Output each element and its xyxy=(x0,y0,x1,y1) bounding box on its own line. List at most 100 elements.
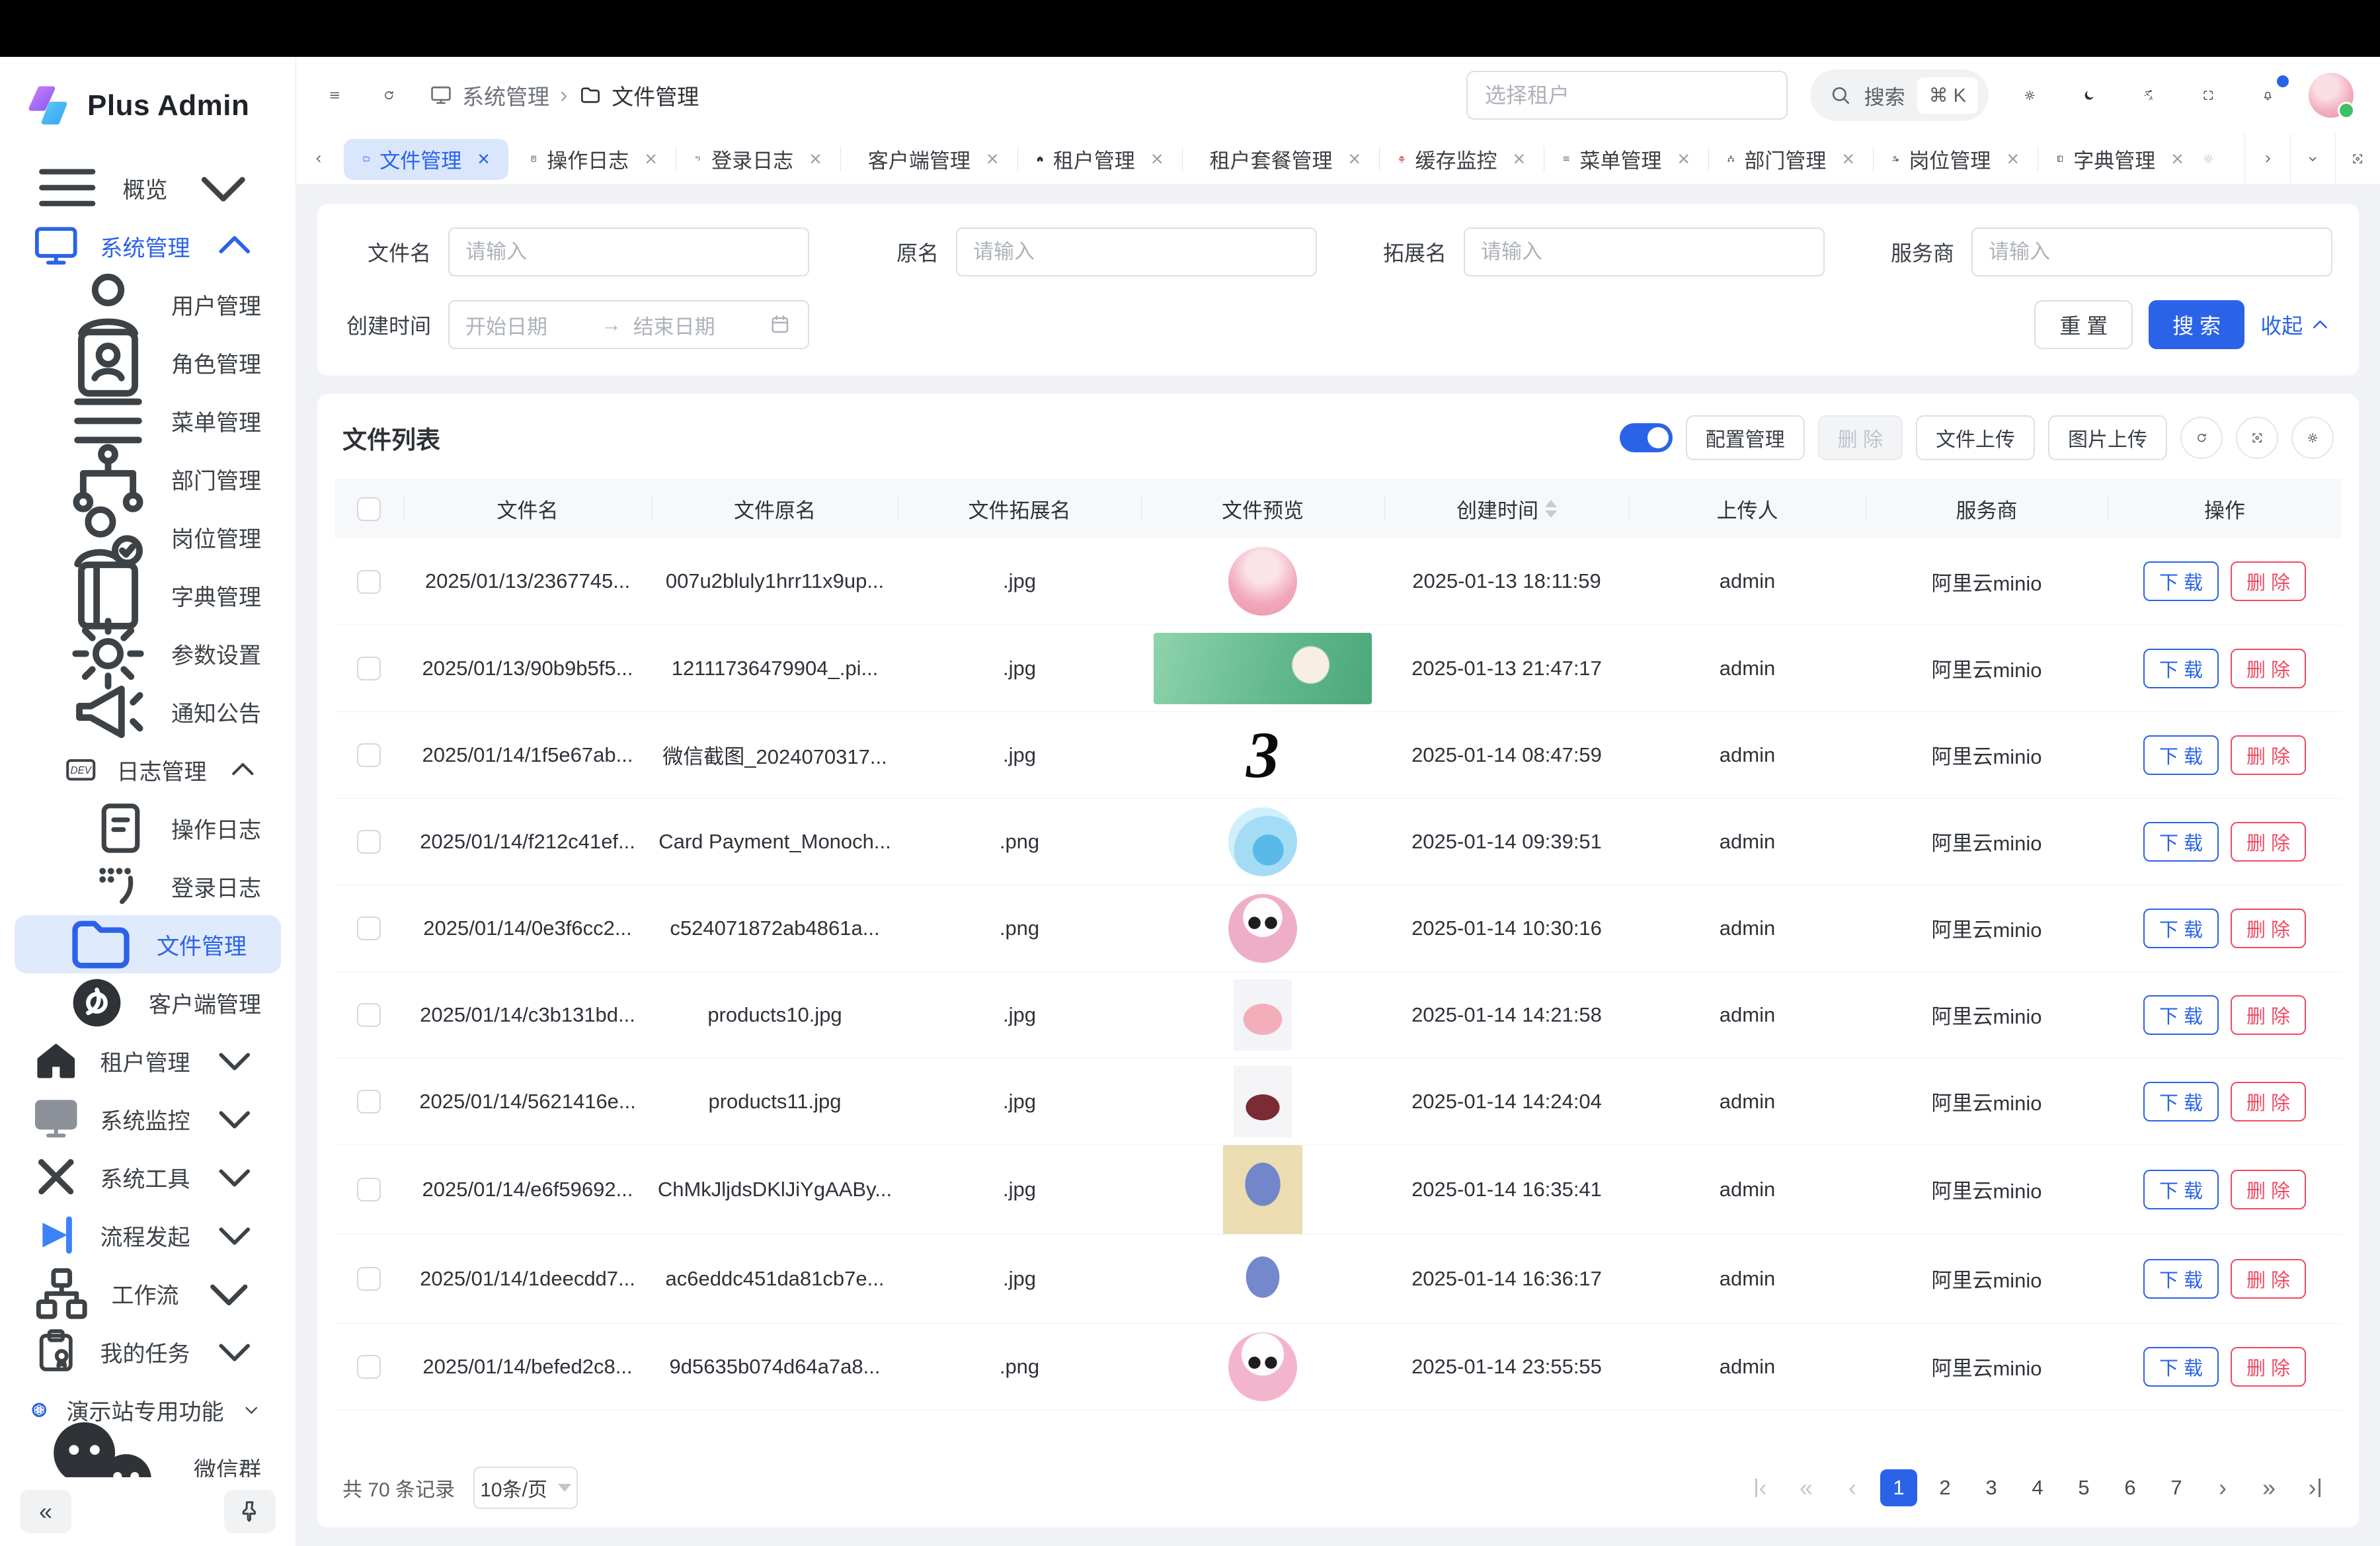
sidebar-item-login-logs[interactable]: 登录日志 xyxy=(0,857,296,915)
file-preview-stitch-sticker-beige[interactable] xyxy=(1223,1145,1302,1234)
file-preview-pink-cat-product[interactable] xyxy=(1234,979,1292,1051)
row-checkbox[interactable] xyxy=(357,743,381,767)
page-first-button[interactable]: ‹ xyxy=(1741,1469,1778,1506)
extension-input[interactable] xyxy=(1464,227,1825,276)
download-button[interactable]: 下 载 xyxy=(2143,561,2219,601)
avatar[interactable] xyxy=(2309,73,2354,118)
close-tab-icon[interactable]: × xyxy=(2171,147,2184,171)
row-checkbox[interactable] xyxy=(357,1355,381,1379)
sidebar-item-my-tasks[interactable]: 我的任务 xyxy=(0,1322,296,1381)
download-button[interactable]: 下 载 xyxy=(2143,1259,2219,1299)
search-button[interactable]: 搜 索 xyxy=(2149,300,2244,349)
delete-button[interactable]: 删 除 xyxy=(2231,1082,2306,1121)
delete-button[interactable]: 删 除 xyxy=(2231,1259,2306,1299)
close-tab-icon[interactable]: × xyxy=(986,147,999,171)
dark-mode-toggle[interactable] xyxy=(2071,77,2108,114)
close-tab-icon[interactable]: × xyxy=(1513,147,1525,171)
close-tab-icon[interactable]: × xyxy=(1677,147,1690,171)
sidebar-item-wechat-group[interactable]: 微信群 xyxy=(0,1439,296,1477)
download-button[interactable]: 下 载 xyxy=(2143,1082,2219,1121)
delete-button[interactable]: 删 除 xyxy=(2231,1170,2306,1209)
sidebar-item-files[interactable]: 文件管理 xyxy=(15,915,281,973)
pin-sidebar-button[interactable] xyxy=(224,1490,276,1533)
tabs-scroll-right-button[interactable] xyxy=(2245,134,2290,184)
sidebar-item-op-logs[interactable]: 操作日志 xyxy=(0,799,296,857)
row-checkbox[interactable] xyxy=(357,570,381,594)
page-number-1[interactable]: 1 xyxy=(1880,1469,1917,1506)
settings-button[interactable] xyxy=(2011,77,2048,114)
close-tab-icon[interactable]: × xyxy=(1151,147,1164,171)
delete-button[interactable]: 删 除 xyxy=(2231,822,2306,862)
file-name-input[interactable] xyxy=(448,227,809,276)
page-next-button[interactable]: › xyxy=(2204,1469,2241,1506)
page-prev-button[interactable]: ‹ xyxy=(1834,1469,1871,1506)
sidebar-item-overview[interactable]: 概览 xyxy=(0,159,296,217)
close-tab-icon[interactable]: × xyxy=(809,147,822,171)
delete-button[interactable]: 删 除 xyxy=(2231,1347,2306,1387)
global-search-button[interactable]: 搜索 ⌘ K xyxy=(1810,69,1989,121)
upload-file-button[interactable]: 文件上传 xyxy=(1916,415,2035,460)
breadcrumb-files[interactable]: 文件管理 xyxy=(578,79,699,111)
delete-button[interactable]: 删 除 xyxy=(2231,561,2306,601)
row-checkbox[interactable] xyxy=(357,1003,381,1027)
batch-delete-button[interactable]: 删 除 xyxy=(1818,415,1903,460)
refresh-table-button[interactable] xyxy=(2180,417,2223,459)
tenant-select-input[interactable] xyxy=(1466,71,1788,120)
row-checkbox[interactable] xyxy=(357,1267,381,1291)
tab-posts[interactable]: 岗位管理× xyxy=(1873,134,2038,184)
tabs-fullscreen-button[interactable] xyxy=(2335,134,2380,184)
file-preview-pink-plush-avatar[interactable] xyxy=(1228,547,1297,616)
file-preview-green-illustration-banner[interactable] xyxy=(1154,633,1372,704)
select-all-checkbox[interactable] xyxy=(357,497,381,521)
tab-cache-monitor[interactable]: redis缓存监控× xyxy=(1379,134,1544,184)
column-settings-button[interactable] xyxy=(2291,417,2334,459)
file-preview-dark-red-product[interactable] xyxy=(1234,1066,1292,1137)
download-button[interactable]: 下 载 xyxy=(2143,649,2219,688)
tab-op-logs[interactable]: 操作日志× xyxy=(511,134,676,184)
file-preview-stitch-figure-white[interactable] xyxy=(1223,1235,1302,1323)
config-manage-button[interactable]: 配置管理 xyxy=(1686,415,1805,460)
file-preview-calligraphy-3[interactable]: 3 xyxy=(1220,719,1306,792)
tab-menus[interactable]: 菜单管理× xyxy=(1544,134,1708,184)
row-checkbox[interactable] xyxy=(357,830,381,854)
date-range-picker[interactable]: 开始日期 → 结束日期 xyxy=(448,300,809,349)
download-button[interactable]: 下 载 xyxy=(2143,1170,2219,1209)
page-number-5[interactable]: 5 xyxy=(2065,1469,2102,1506)
download-button[interactable]: 下 载 xyxy=(2143,995,2219,1035)
page-number-2[interactable]: 2 xyxy=(1926,1469,1964,1506)
page-last-button[interactable]: › xyxy=(2297,1469,2334,1506)
tab-files[interactable]: 文件管理× xyxy=(344,139,508,180)
close-tab-icon[interactable]: × xyxy=(1842,147,1854,171)
app-logo[interactable]: Plus Admin xyxy=(0,57,296,155)
sidebar-item-tools[interactable]: 系统工具 xyxy=(0,1148,296,1206)
sort-icon[interactable] xyxy=(1545,500,1557,518)
hamburger-menu-button[interactable] xyxy=(316,77,353,114)
collapse-filters-link[interactable]: 收起 xyxy=(2260,309,2332,340)
provider-input[interactable] xyxy=(1971,227,2332,276)
sidebar-item-tenants[interactable]: 租户管理 xyxy=(0,1032,296,1090)
close-tab-icon[interactable]: × xyxy=(1349,147,1361,171)
tab-tenants[interactable]: 租户管理× xyxy=(1017,134,1182,184)
close-tab-icon[interactable]: × xyxy=(645,147,657,171)
notifications-button[interactable] xyxy=(2249,77,2286,114)
row-checkbox[interactable] xyxy=(357,916,381,940)
tab-tenant-plans[interactable]: 租户套餐管理× xyxy=(1182,134,1380,184)
tab-departments[interactable]: 部门管理× xyxy=(1708,134,1873,184)
fullscreen-button[interactable] xyxy=(2190,77,2227,114)
table-mode-toggle[interactable] xyxy=(1620,423,1673,452)
file-preview-robot-toy-avatar[interactable] xyxy=(1228,1332,1297,1401)
row-checkbox[interactable] xyxy=(357,1090,381,1114)
reset-button[interactable]: 重 置 xyxy=(2034,300,2133,349)
page-number-7[interactable]: 7 xyxy=(2158,1469,2195,1506)
delete-button[interactable]: 删 除 xyxy=(2231,735,2306,775)
close-tab-icon[interactable]: × xyxy=(2006,147,2019,171)
page-number-6[interactable]: 6 xyxy=(2112,1469,2149,1506)
delete-button[interactable]: 删 除 xyxy=(2231,909,2306,948)
refresh-page-button[interactable] xyxy=(370,77,407,114)
close-tab-icon[interactable]: × xyxy=(477,147,490,171)
tab-partial[interactable] xyxy=(2202,134,2244,184)
tab-login-logs[interactable]: 登录日志× xyxy=(676,134,840,184)
language-switch-button[interactable]: 文A xyxy=(2130,77,2167,114)
sidebar-item-notices[interactable]: 通知公告 xyxy=(0,682,296,741)
row-checkbox[interactable] xyxy=(357,1178,381,1201)
